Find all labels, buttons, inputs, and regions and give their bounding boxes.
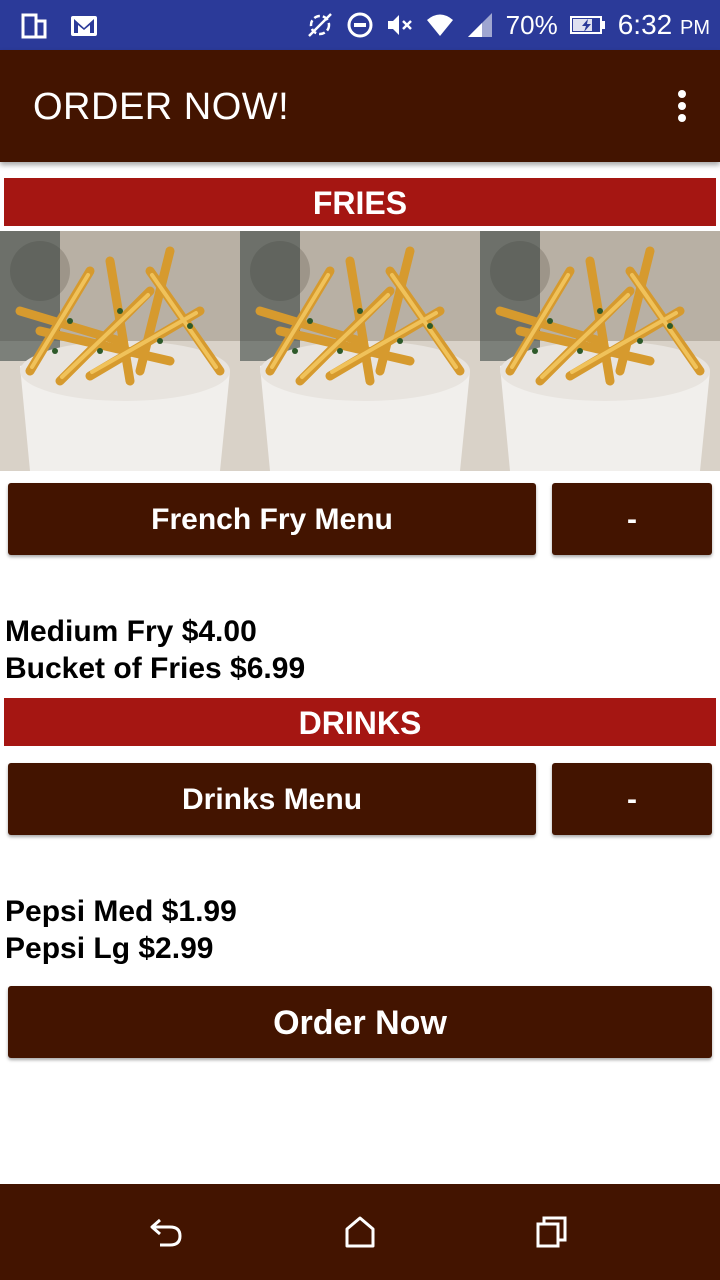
- mute-icon: [387, 15, 412, 35]
- fries-image: [480, 231, 720, 471]
- fries-image-strip: [0, 231, 720, 471]
- drinks-section-header: DRINKS: [4, 698, 716, 746]
- fries-section-header: FRIES: [4, 178, 716, 226]
- navigation-bar: [0, 1184, 720, 1280]
- menu-item: Pepsi Med $1.99: [5, 895, 237, 928]
- home-icon[interactable]: [342, 1214, 378, 1250]
- order-now-button[interactable]: Order Now: [8, 986, 712, 1058]
- clock-suffix: PM: [680, 17, 710, 39]
- status-bar: 70% 6:32 PM: [0, 0, 720, 50]
- do-not-disturb-icon: [347, 12, 373, 38]
- fries-menu-list: Medium Fry $4.00 Bucket of Fries $6.99: [5, 613, 705, 687]
- more-vert-icon[interactable]: [676, 88, 688, 124]
- fries-image: [240, 231, 480, 471]
- clock-time: 6:32: [617, 9, 673, 40]
- drinks-menu-button[interactable]: Drinks Menu: [8, 763, 536, 835]
- drinks-menu-list: Pepsi Med $1.99 Pepsi Lg $2.99: [5, 893, 705, 967]
- battery-percent: 70%: [505, 9, 558, 40]
- phone-icon: [21, 13, 47, 39]
- battery-charging-icon: [569, 16, 605, 34]
- fries-image: [0, 231, 240, 471]
- menu-item: Bucket of Fries $6.99: [5, 652, 306, 685]
- cell-signal-icon: [467, 13, 492, 37]
- menu-item: Pepsi Lg $2.99: [5, 932, 214, 965]
- menu-item: Medium Fry $4.00: [5, 615, 257, 648]
- clock: 6:32 PM: [618, 9, 710, 41]
- french-fry-menu-button[interactable]: French Fry Menu: [8, 483, 536, 555]
- app-title: ORDER NOW!: [33, 86, 290, 128]
- app-bar: ORDER NOW!: [0, 50, 720, 162]
- gmail-icon: [71, 16, 97, 36]
- sync-disabled-icon: [307, 13, 332, 37]
- wifi-icon: [426, 14, 453, 36]
- recents-icon[interactable]: [534, 1214, 570, 1250]
- back-icon[interactable]: [148, 1214, 184, 1250]
- drinks-collapse-button[interactable]: -: [552, 763, 712, 835]
- fries-collapse-button[interactable]: -: [552, 483, 712, 555]
